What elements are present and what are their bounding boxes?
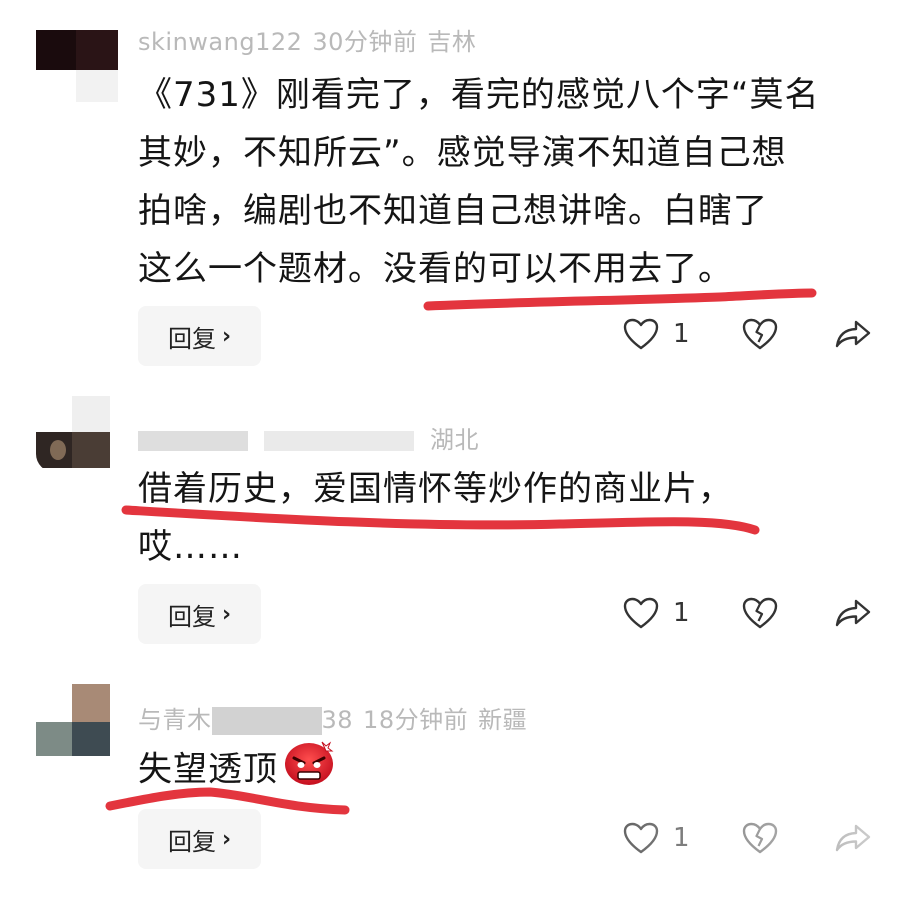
location: 湖北 <box>430 426 479 454</box>
reply-label: 回复 <box>167 324 216 353</box>
timestamp: 30分钟前 <box>312 28 418 56</box>
avatar[interactable] <box>36 30 118 102</box>
location: 吉林 <box>427 28 477 56</box>
avatar[interactable] <box>36 396 118 468</box>
comment-text: 借着历史，爱国情怀等炒作的商业片， 哎…… <box>138 460 733 576</box>
heart-icon <box>623 318 659 350</box>
reply-button[interactable]: 回复 › <box>138 809 261 869</box>
broken-heart-icon <box>742 597 778 629</box>
angry-face-emoji <box>282 738 336 804</box>
watermark-fade <box>600 800 922 897</box>
username[interactable]: skinwang122 <box>138 28 302 56</box>
timestamp: 18分钟前 <box>363 706 469 734</box>
comment-line: 哎…… <box>138 527 243 567</box>
avatar[interactable] <box>36 684 118 756</box>
chevron-right-icon: › <box>221 826 232 852</box>
dislike-button[interactable] <box>742 597 778 629</box>
reply-label: 回复 <box>167 827 216 856</box>
chevron-right-icon: › <box>221 601 232 627</box>
broken-heart-icon <box>742 318 778 350</box>
like-button[interactable]: 1 <box>623 318 690 350</box>
comment-line: 拍啥，编剧也不知道自己想讲啥。白瞎了 <box>138 191 768 231</box>
location: 新疆 <box>478 706 528 734</box>
reply-button[interactable]: 回复 › <box>138 584 261 644</box>
reply-button[interactable]: 回复 › <box>138 306 261 366</box>
comment-line: 这么一个题材。没看的可以不用去了。 <box>138 249 733 289</box>
chevron-right-icon: › <box>221 323 232 349</box>
comment-meta: skinwang122 30分钟前 吉林 <box>138 22 486 57</box>
share-button[interactable] <box>834 319 872 349</box>
like-button[interactable]: 1 <box>623 597 690 629</box>
dislike-button[interactable] <box>742 318 778 350</box>
comment-line: 借着历史，爱国情怀等炒作的商业片， <box>138 469 733 509</box>
comment-meta: 湖北 <box>138 420 489 455</box>
comment-text: 失望透顶 <box>138 738 336 804</box>
share-icon <box>834 598 872 628</box>
heart-icon <box>623 597 659 629</box>
username[interactable]: 与青木 <box>138 706 212 734</box>
comment-line: 《731》刚看完了，看完的感觉八个字“莫名 <box>138 75 820 115</box>
comment-line: 其妙，不知所云”。感觉导演不知道自己想 <box>138 133 787 173</box>
username-suffix: 38 <box>321 706 354 734</box>
comment-line: 失望透顶 <box>138 749 278 790</box>
comment-text: 《731》刚看完了，看完的感觉八个字“莫名 其妙，不知所云”。感觉导演不知道自己… <box>138 66 820 298</box>
share-button[interactable] <box>834 598 872 628</box>
comment-meta: 与青木 38 18分钟前 新疆 <box>138 700 537 735</box>
like-count: 1 <box>673 319 690 349</box>
share-icon <box>834 319 872 349</box>
reply-label: 回复 <box>167 602 216 631</box>
like-count: 1 <box>673 598 690 628</box>
